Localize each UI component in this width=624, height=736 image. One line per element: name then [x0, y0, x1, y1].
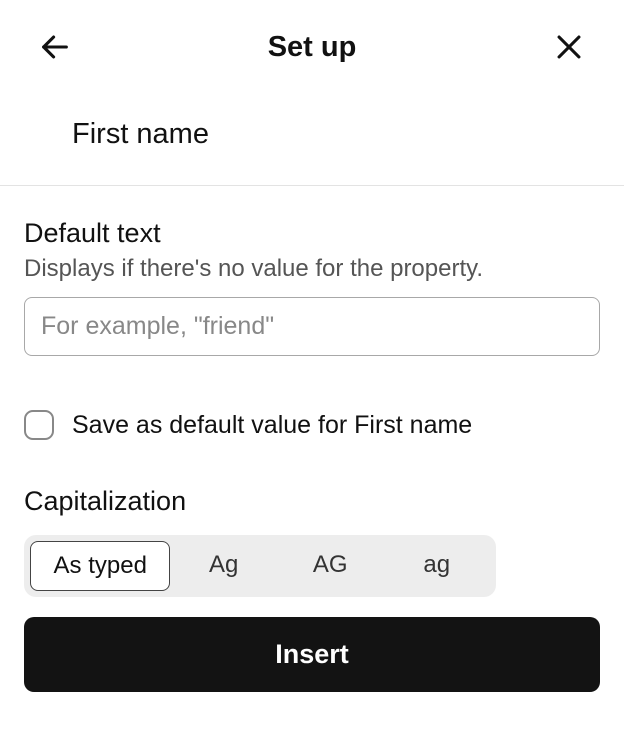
close-button[interactable] [552, 30, 586, 64]
save-default-label: Save as default value for First name [72, 411, 472, 440]
default-text-input[interactable] [24, 297, 600, 356]
back-button[interactable] [38, 30, 72, 64]
default-text-subtitle: Displays if there's no value for the pro… [24, 255, 600, 283]
insert-button[interactable]: Insert [24, 617, 600, 692]
arrow-left-icon [38, 30, 72, 64]
segment-ag-titlecase[interactable]: Ag [170, 541, 277, 591]
close-icon [552, 30, 586, 64]
page-title: Set up [268, 31, 357, 64]
save-default-checkbox[interactable] [24, 410, 54, 440]
capitalization-title: Capitalization [24, 486, 600, 517]
segment-ag-uppercase[interactable]: AG [277, 541, 384, 591]
segment-as-typed[interactable]: As typed [30, 541, 170, 591]
segment-ag-lowercase[interactable]: ag [384, 541, 491, 591]
property-name: First name [0, 82, 624, 186]
capitalization-segmented: As typed Ag AG ag [24, 535, 496, 597]
default-text-title: Default text [24, 218, 600, 249]
